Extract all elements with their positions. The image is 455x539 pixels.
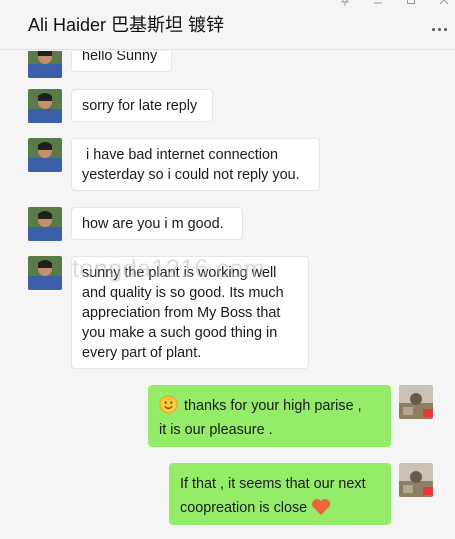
more-dots-icon[interactable] <box>429 22 449 36</box>
smile-emoji-icon <box>159 395 178 414</box>
message-line: sunny the plant is working well <box>82 265 277 281</box>
contact-avatar[interactable] <box>28 256 62 290</box>
message-text: hello Sunny <box>82 51 158 64</box>
message-line: If that , it seems that our next <box>180 476 366 492</box>
contact-avatar[interactable] <box>28 207 62 241</box>
chat-window: Ali Haider 巴基斯坦 镀锌 hello Sunny sorry for… <box>0 0 455 539</box>
contact-avatar[interactable] <box>28 138 62 172</box>
contact-avatar[interactable] <box>28 51 62 78</box>
message-bubble: how are you i m good. <box>71 207 243 240</box>
message-text: sorry for late reply <box>82 98 198 114</box>
message-bubble: i have bad internet connection yesterday… <box>71 138 320 191</box>
message-bubble: sunny the plant is working well and qual… <box>71 256 309 369</box>
message-line: yesterday so i could not reply you. <box>82 167 300 183</box>
message-line: and quality is so good. Its much <box>82 285 284 301</box>
message-line: you make a such good thing in <box>82 325 278 341</box>
message-line: thanks for your high parise , <box>184 398 362 414</box>
message-line: i have bad internet connection <box>82 147 279 163</box>
title-bar: Ali Haider 巴基斯坦 镀锌 <box>0 0 455 50</box>
flag-badge <box>423 409 433 417</box>
pin-icon[interactable] <box>339 0 351 8</box>
sent-message-bubble: thanks for your high parise , it is our … <box>148 385 391 447</box>
message-text: how are you i m good. <box>82 216 224 232</box>
message-bubble: sorry for late reply <box>71 89 213 122</box>
message-line: it is our pleasure . <box>159 422 273 438</box>
contact-avatar[interactable] <box>28 89 62 123</box>
minimize-icon[interactable] <box>372 0 384 8</box>
message-bubble: hello Sunny <box>71 51 172 72</box>
heart-emoji-icon <box>311 498 331 516</box>
close-icon[interactable] <box>438 0 450 8</box>
sent-message-bubble: If that , it seems that our next cooprea… <box>169 463 391 525</box>
message-list[interactable]: hello Sunny sorry for late reply i have … <box>0 51 455 539</box>
message-line: appreciation from My Boss that <box>82 305 281 321</box>
message-line: coopreation is close <box>180 500 308 516</box>
message-line: every part of plant. <box>82 345 202 361</box>
chat-title: Ali Haider 巴基斯坦 镀锌 <box>28 15 225 35</box>
maximize-icon[interactable] <box>405 0 417 8</box>
flag-badge <box>423 487 433 495</box>
